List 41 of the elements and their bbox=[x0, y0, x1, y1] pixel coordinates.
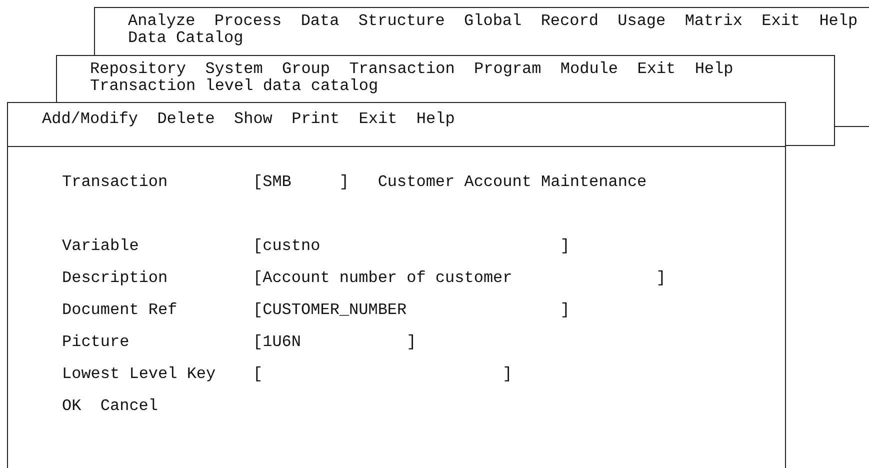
menu-item[interactable]: Add/Modify bbox=[42, 111, 138, 128]
menu-item[interactable]: Exit bbox=[762, 13, 800, 30]
menu-item[interactable]: Transaction bbox=[349, 61, 455, 78]
input-field[interactable]: [SMB ] bbox=[253, 173, 350, 191]
menu-item[interactable]: Delete bbox=[157, 111, 215, 128]
menu-item[interactable]: Usage bbox=[618, 13, 666, 30]
menu-item[interactable]: System bbox=[205, 61, 263, 78]
transaction-description: Customer Account Maintenance bbox=[378, 173, 647, 191]
menu-item[interactable]: Process bbox=[214, 13, 282, 30]
field-label: Description bbox=[62, 269, 169, 287]
field-label: Lowest Level Key bbox=[62, 365, 217, 383]
menu-item[interactable]: Global bbox=[464, 13, 522, 30]
menu-item[interactable]: Matrix bbox=[684, 13, 742, 30]
menu-item[interactable]: Exit bbox=[358, 111, 398, 128]
menu-item[interactable]: Help bbox=[416, 111, 455, 128]
menu-item[interactable]: Module bbox=[560, 61, 618, 78]
input-field[interactable]: [ ] bbox=[253, 365, 512, 383]
menu-item[interactable]: Repository bbox=[90, 61, 186, 78]
input-field[interactable]: [custno ] bbox=[253, 237, 570, 255]
menu-item[interactable]: Exit bbox=[637, 61, 676, 78]
menu-item[interactable]: Show bbox=[234, 111, 272, 128]
field-label: Transaction bbox=[62, 173, 169, 191]
window-title: Transaction level data catalog bbox=[90, 78, 380, 95]
menu-item[interactable]: Data bbox=[300, 13, 340, 30]
field-label: Document Ref bbox=[62, 301, 178, 319]
input-field[interactable]: [1U6N ] bbox=[253, 333, 416, 351]
input-field[interactable]: [CUSTOMER_NUMBER ] bbox=[253, 301, 570, 319]
menu-item[interactable]: Help bbox=[694, 61, 734, 78]
menu-item[interactable]: Program bbox=[474, 61, 542, 78]
field-label: Picture bbox=[62, 333, 130, 351]
menu-item[interactable]: Print bbox=[292, 111, 340, 128]
dialog-button[interactable]: OK bbox=[62, 398, 82, 414]
menu-item[interactable]: Record bbox=[540, 13, 598, 30]
window-title: Data Catalog bbox=[128, 30, 244, 47]
menu-item[interactable]: Analyze bbox=[128, 13, 196, 30]
input-field[interactable]: [Account number of customer ] bbox=[253, 269, 666, 287]
dialog-button[interactable]: Cancel bbox=[100, 398, 158, 414]
field-label: Variable bbox=[62, 237, 140, 255]
menu-item[interactable]: Group bbox=[282, 61, 330, 78]
menu-item[interactable]: Help bbox=[819, 13, 858, 30]
menu-item[interactable]: Structure bbox=[358, 13, 445, 30]
